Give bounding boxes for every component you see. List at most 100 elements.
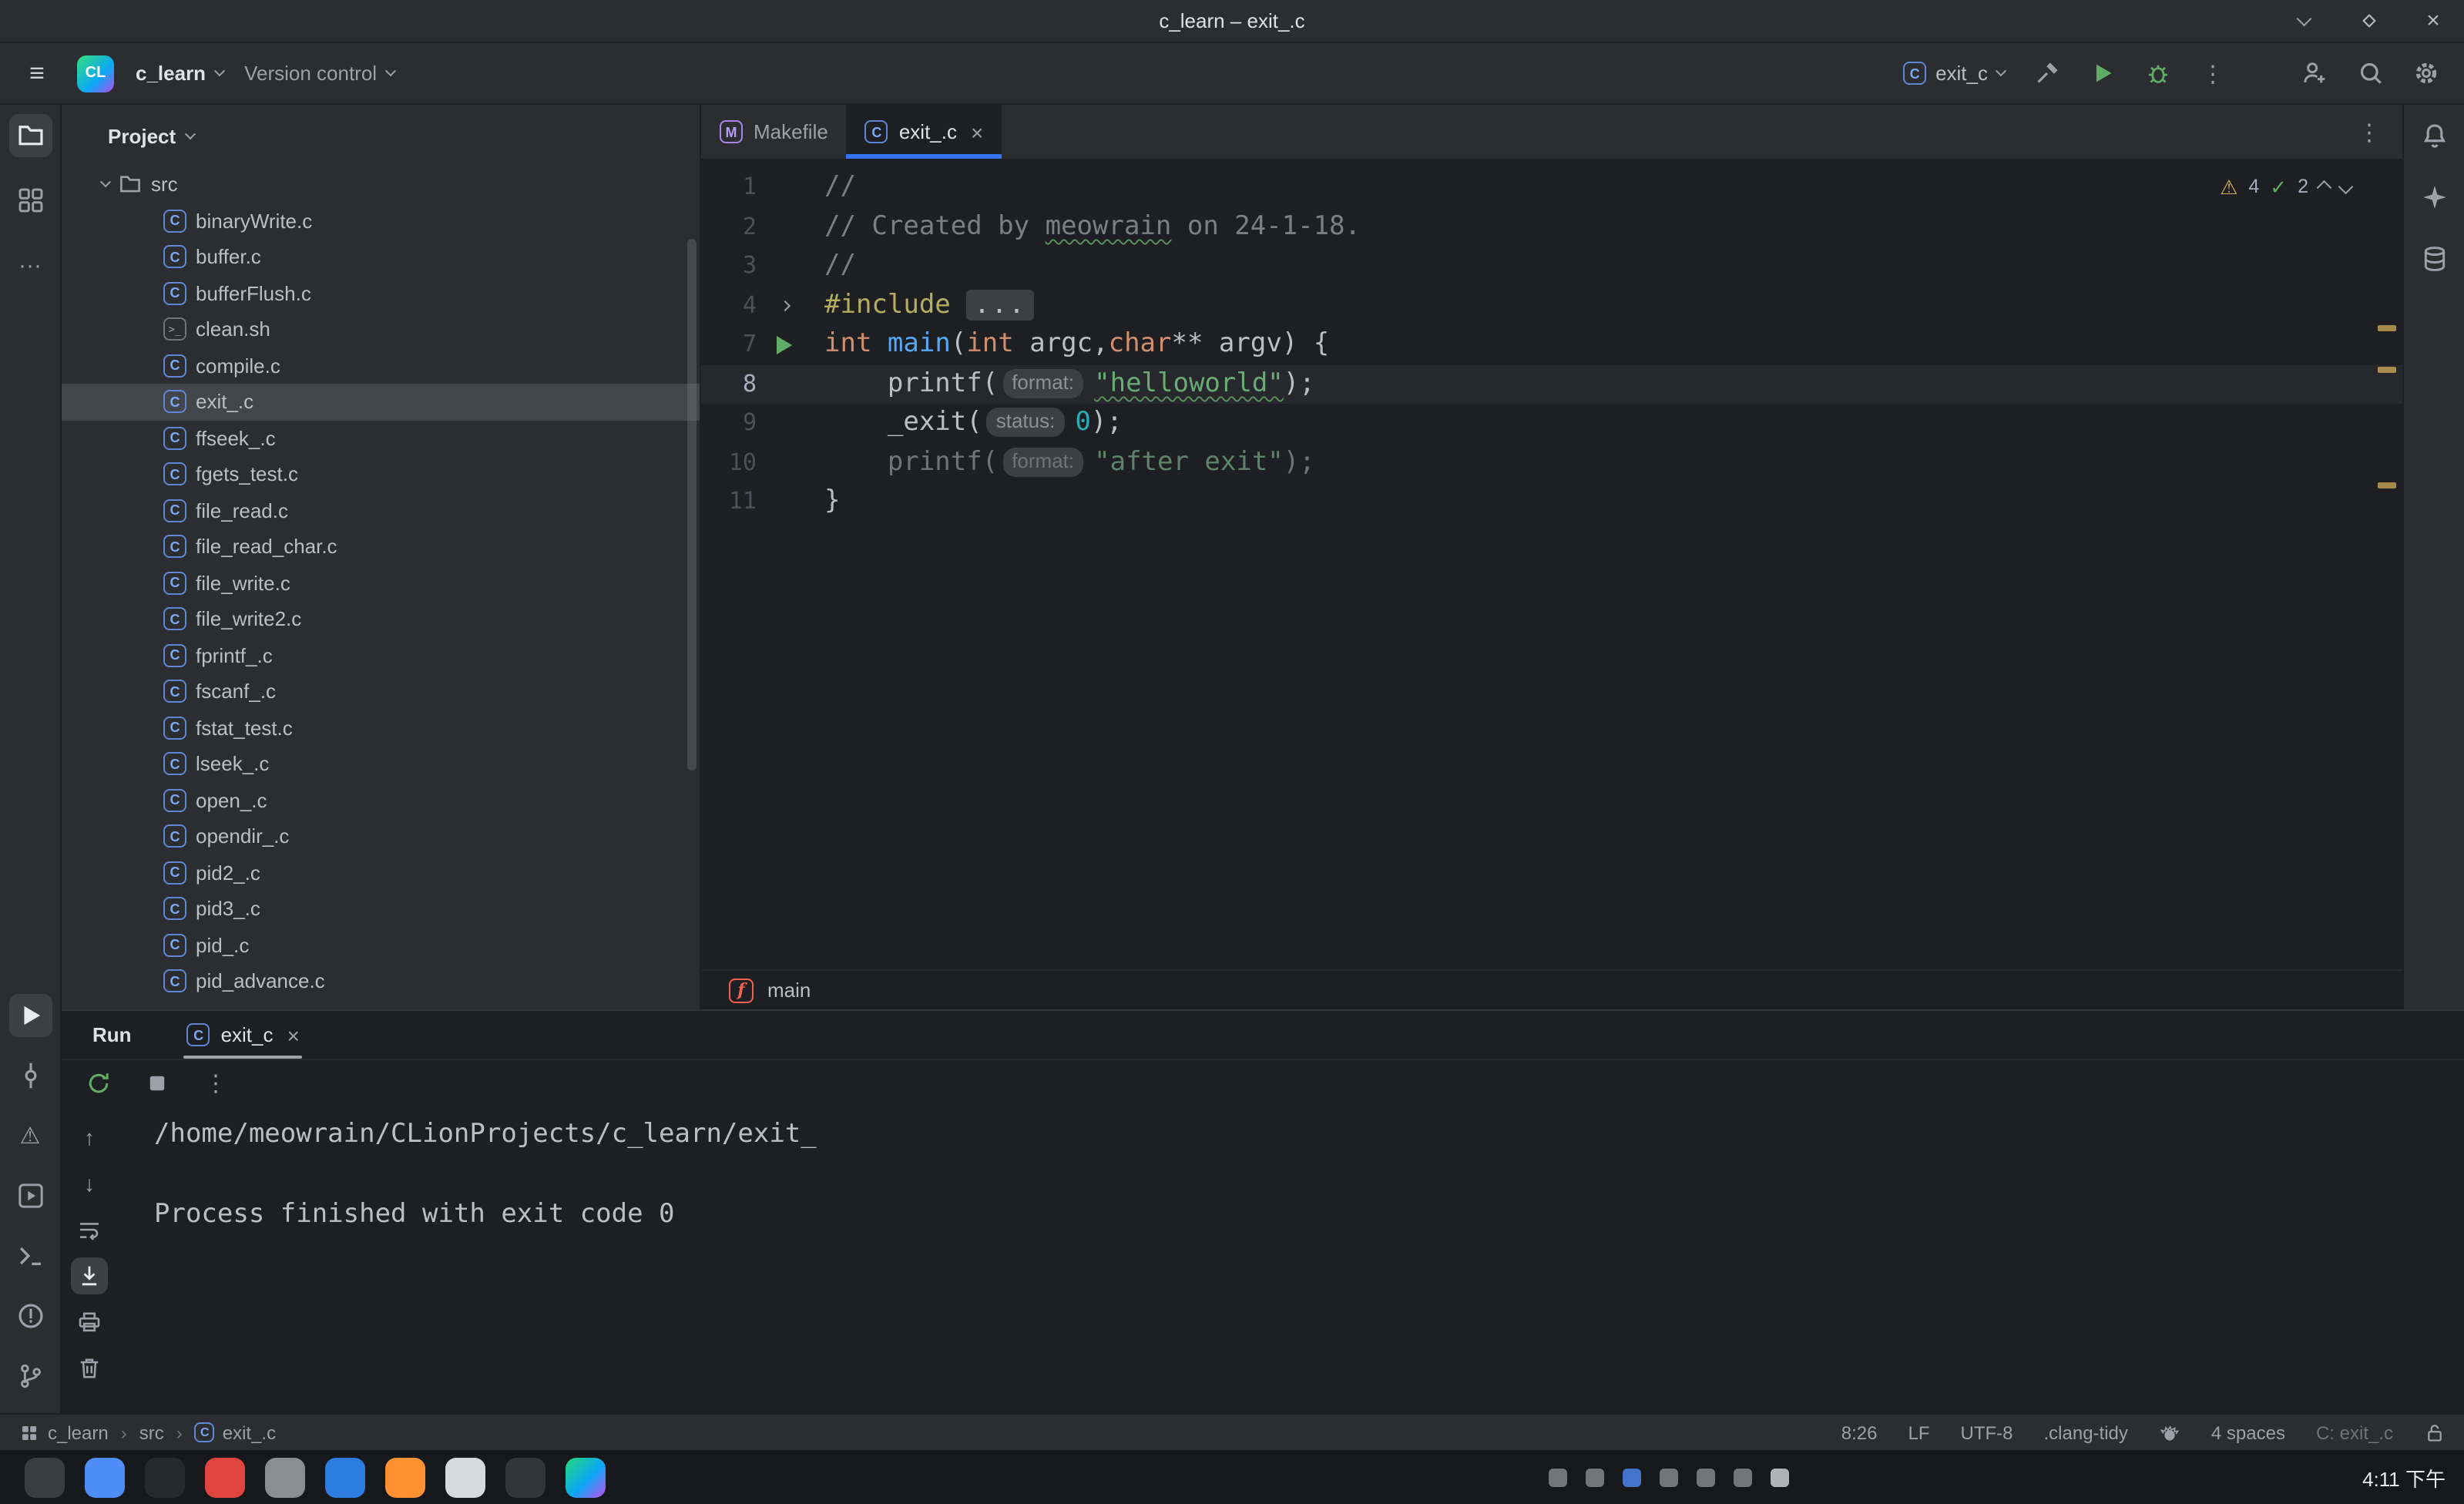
breadcrumb-c_learn[interactable]: c_learn: [18, 1422, 109, 1443]
tray-icon-2[interactable]: [1586, 1468, 1604, 1486]
scroll-to-end-icon[interactable]: [71, 1257, 108, 1294]
run-config-selector[interactable]: C exit_c: [1903, 62, 2005, 85]
tray-icon-7[interactable]: [1771, 1468, 1789, 1486]
taskbar-app-app-red[interactable]: [205, 1457, 245, 1497]
tree-item-ffseek_.c[interactable]: Cffseek_.c: [62, 420, 700, 456]
run-more-icon[interactable]: ⋮: [197, 1065, 234, 1102]
tree-item-bufferFlush.c[interactable]: CbufferFlush.c: [62, 275, 700, 311]
tree-item-lseek_.c[interactable]: Clseek_.c: [62, 746, 700, 782]
tree-item-pid_.c[interactable]: Cpid_.c: [62, 927, 700, 963]
tree-item-file_read.c[interactable]: Cfile_read.c: [62, 492, 700, 529]
run-panel-title[interactable]: Run: [92, 1023, 132, 1046]
structure-icon[interactable]: [8, 179, 52, 222]
read-access-icon[interactable]: [2424, 1422, 2446, 1443]
breadcrumb-exit_.c[interactable]: Cexit_.c: [195, 1422, 276, 1443]
print-icon[interactable]: [71, 1304, 108, 1341]
terminal-icon[interactable]: [8, 1234, 52, 1277]
maximize-button[interactable]: [2353, 5, 2384, 36]
notifications-icon[interactable]: [2412, 114, 2456, 157]
tree-item-fscanf_.c[interactable]: Cfscanf_.c: [62, 673, 700, 710]
run-gutter-icon[interactable]: [777, 336, 792, 354]
prev-problem-icon[interactable]: [2317, 180, 2331, 194]
line-separator[interactable]: LF: [1908, 1422, 1929, 1443]
tree-folder-src[interactable]: src: [62, 166, 700, 203]
stop-icon[interactable]: [139, 1065, 176, 1102]
next-problem-icon[interactable]: [2338, 178, 2352, 192]
project-selector[interactable]: c_learn: [136, 62, 223, 85]
fold-icon[interactable]: [779, 300, 790, 311]
inspections-widget[interactable]: ⚠ 4 ✓ 2: [2220, 168, 2350, 207]
tree-item-pid3_.c[interactable]: Cpid3_.c: [62, 891, 700, 927]
taskbar-app-browser-blue[interactable]: [85, 1457, 125, 1497]
close-button[interactable]: ×: [2418, 5, 2449, 36]
tree-item-file_read_char.c[interactable]: Cfile_read_char.c: [62, 529, 700, 565]
taskbar-app-firefox-orange[interactable]: [385, 1457, 425, 1497]
ai-assistant-icon[interactable]: [2412, 176, 2456, 219]
caret-position[interactable]: 8:26: [1841, 1422, 1878, 1443]
tree-item-pid_advance.c[interactable]: Cpid_advance.c: [62, 963, 700, 999]
tab-makefile[interactable]: M Makefile: [701, 105, 847, 159]
soft-wrap-icon[interactable]: [71, 1211, 108, 1248]
database-icon[interactable]: [2412, 237, 2456, 280]
code-with-me-icon[interactable]: [2294, 53, 2335, 93]
rerun-icon[interactable]: [80, 1065, 117, 1102]
tray-icon-5[interactable]: [1697, 1468, 1715, 1486]
warning-stripe[interactable]: [2378, 367, 2396, 372]
taskbar-app-app-light[interactable]: [445, 1457, 485, 1497]
minimize-button[interactable]: [2288, 5, 2319, 36]
tray-icon-3[interactable]: [1623, 1468, 1641, 1486]
version-control-icon[interactable]: [8, 1355, 52, 1398]
tab-options-icon[interactable]: ⋮: [2358, 118, 2402, 146]
build-icon[interactable]: [2026, 53, 2066, 93]
close-tab-icon[interactable]: ×: [971, 119, 983, 144]
context-function-name[interactable]: main: [767, 979, 811, 1002]
main-menu-icon[interactable]: ≡: [18, 58, 55, 89]
project-panel-title[interactable]: Project: [108, 124, 176, 147]
taskbar-app-code-blue[interactable]: [325, 1457, 365, 1497]
project-icon[interactable]: [8, 114, 52, 157]
taskbar-app-app-gray[interactable]: [265, 1457, 305, 1497]
services-icon[interactable]: [8, 1174, 52, 1217]
taskbar-app-app-dark-2[interactable]: [505, 1457, 546, 1497]
taskbar-app-terminal[interactable]: [25, 1457, 65, 1497]
breadcrumb-src[interactable]: src: [139, 1422, 164, 1443]
tree-item-compile.c[interactable]: Ccompile.c: [62, 347, 700, 384]
settings-icon[interactable]: [2405, 53, 2446, 93]
resolve-context[interactable]: C: exit_.c: [2316, 1422, 2393, 1443]
clear-all-icon[interactable]: [71, 1350, 108, 1387]
run-icon[interactable]: [2082, 53, 2122, 93]
tray-icon-1[interactable]: [1549, 1468, 1567, 1486]
console-output[interactable]: /home/meowrain/CLionProjects/c_learn/exi…: [117, 1106, 2464, 1413]
tree-item-file_write2.c[interactable]: Cfile_write2.c: [62, 601, 700, 637]
vcs-selector[interactable]: Version control: [244, 62, 394, 85]
problems-view-icon[interactable]: [8, 1294, 52, 1338]
more-actions-icon[interactable]: ⋮: [2193, 53, 2233, 93]
clock[interactable]: 4:11 下午: [2362, 1462, 2446, 1492]
clangd-status-icon[interactable]: [2159, 1422, 2180, 1443]
indent[interactable]: 4 spaces: [2211, 1422, 2285, 1443]
warning-stripe[interactable]: [2378, 482, 2396, 488]
close-run-tab-icon[interactable]: ×: [287, 1022, 300, 1047]
prev-occurrence-icon[interactable]: ↑: [71, 1119, 108, 1156]
tray-icon-6[interactable]: [1734, 1468, 1752, 1486]
problems-icon[interactable]: ⚠: [8, 1114, 52, 1157]
tree-item-fprintf_.c[interactable]: Cfprintf_.c: [62, 637, 700, 673]
clang-tidy[interactable]: .clang-tidy: [2044, 1422, 2128, 1443]
next-occurrence-icon[interactable]: ↓: [71, 1165, 108, 1202]
taskbar-app-app-dark[interactable]: [145, 1457, 185, 1497]
encoding[interactable]: UTF-8: [1961, 1422, 2013, 1443]
app-logo[interactable]: CL: [77, 55, 114, 92]
tree-item-exit_.c[interactable]: Cexit_.c: [62, 384, 700, 420]
tree-item-fstat_test.c[interactable]: Cfstat_test.c: [62, 710, 700, 746]
debug-icon[interactable]: [2137, 53, 2177, 93]
commit-icon[interactable]: [8, 1054, 52, 1097]
tree-item-file_write.c[interactable]: Cfile_write.c: [62, 565, 700, 601]
tree-item-pid2_.c[interactable]: Cpid2_.c: [62, 854, 700, 891]
scrollbar[interactable]: [687, 239, 697, 770]
more-tools-icon[interactable]: ···: [8, 243, 52, 287]
tab-exit-c[interactable]: C exit_.c ×: [847, 105, 1002, 159]
search-everywhere-icon[interactable]: [2350, 53, 2390, 93]
warning-stripe[interactable]: [2378, 325, 2396, 331]
tree-item-opendir_.c[interactable]: Copendir_.c: [62, 818, 700, 854]
run-tab-exit-c[interactable]: C exit_c ×: [172, 1011, 315, 1059]
